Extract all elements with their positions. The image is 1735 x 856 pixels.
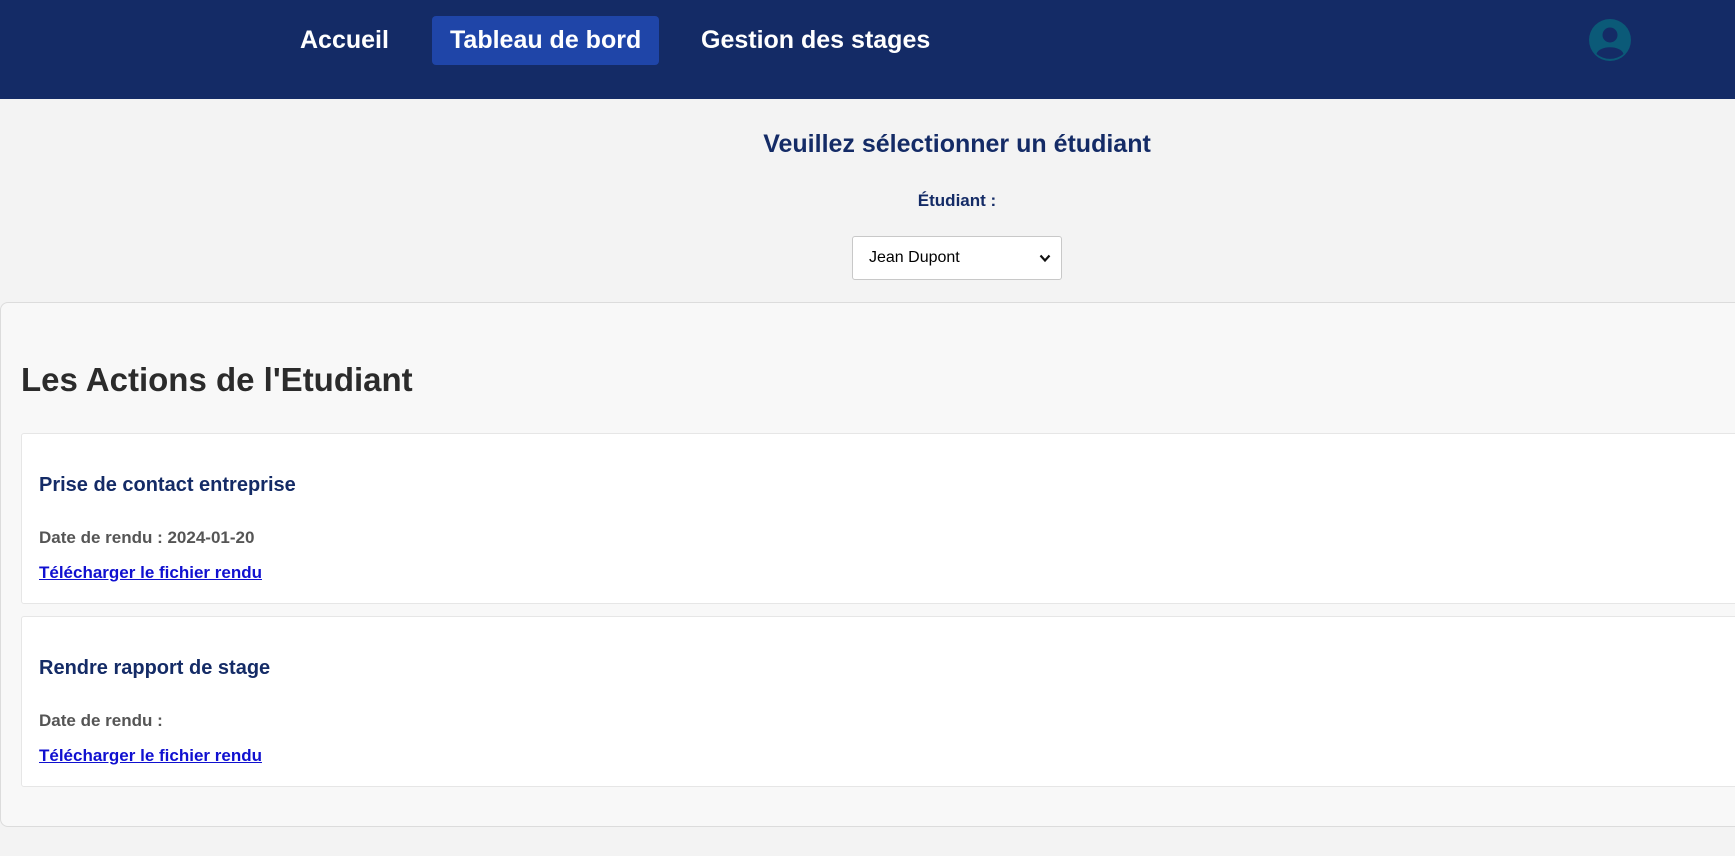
- nav-item-tableau-de-bord[interactable]: Tableau de bord: [432, 16, 660, 65]
- chevron-down-icon: [1039, 254, 1051, 263]
- download-file-link[interactable]: Télécharger le fichier rendu: [39, 563, 262, 583]
- student-dropdown[interactable]: Jean Dupont: [852, 236, 1062, 280]
- student-dropdown-value: Jean Dupont: [869, 249, 960, 266]
- student-field-label: Étudiant :: [917, 191, 997, 210]
- action-due-date: Date de rendu :: [39, 711, 163, 730]
- actions-heading: Les Actions de l'Etudiant: [21, 361, 413, 398]
- nav-item-gestion-des-stages[interactable]: Gestion des stages: [683, 16, 948, 65]
- top-navbar: Accueil Tableau de bord Gestion des stag…: [0, 0, 1735, 99]
- action-card: Rendre rapport de stage Date de rendu : …: [21, 616, 1735, 787]
- select-student-title: Veuillez sélectionner un étudiant: [763, 130, 1151, 158]
- download-file-link[interactable]: Télécharger le fichier rendu: [39, 746, 262, 766]
- action-title: Prise de contact entreprise: [39, 474, 296, 496]
- action-due-date: Date de rendu : 2024-01-20: [39, 528, 255, 547]
- student-actions-panel: Les Actions de l'Etudiant Prise de conta…: [0, 302, 1735, 827]
- student-select-section: Veuillez sélectionner un étudiant Étudia…: [0, 99, 1735, 302]
- user-avatar-icon[interactable]: [1589, 19, 1631, 61]
- nav-item-accueil[interactable]: Accueil: [282, 16, 407, 65]
- action-card: Prise de contact entreprise Date de rend…: [21, 433, 1735, 604]
- action-title: Rendre rapport de stage: [39, 657, 271, 679]
